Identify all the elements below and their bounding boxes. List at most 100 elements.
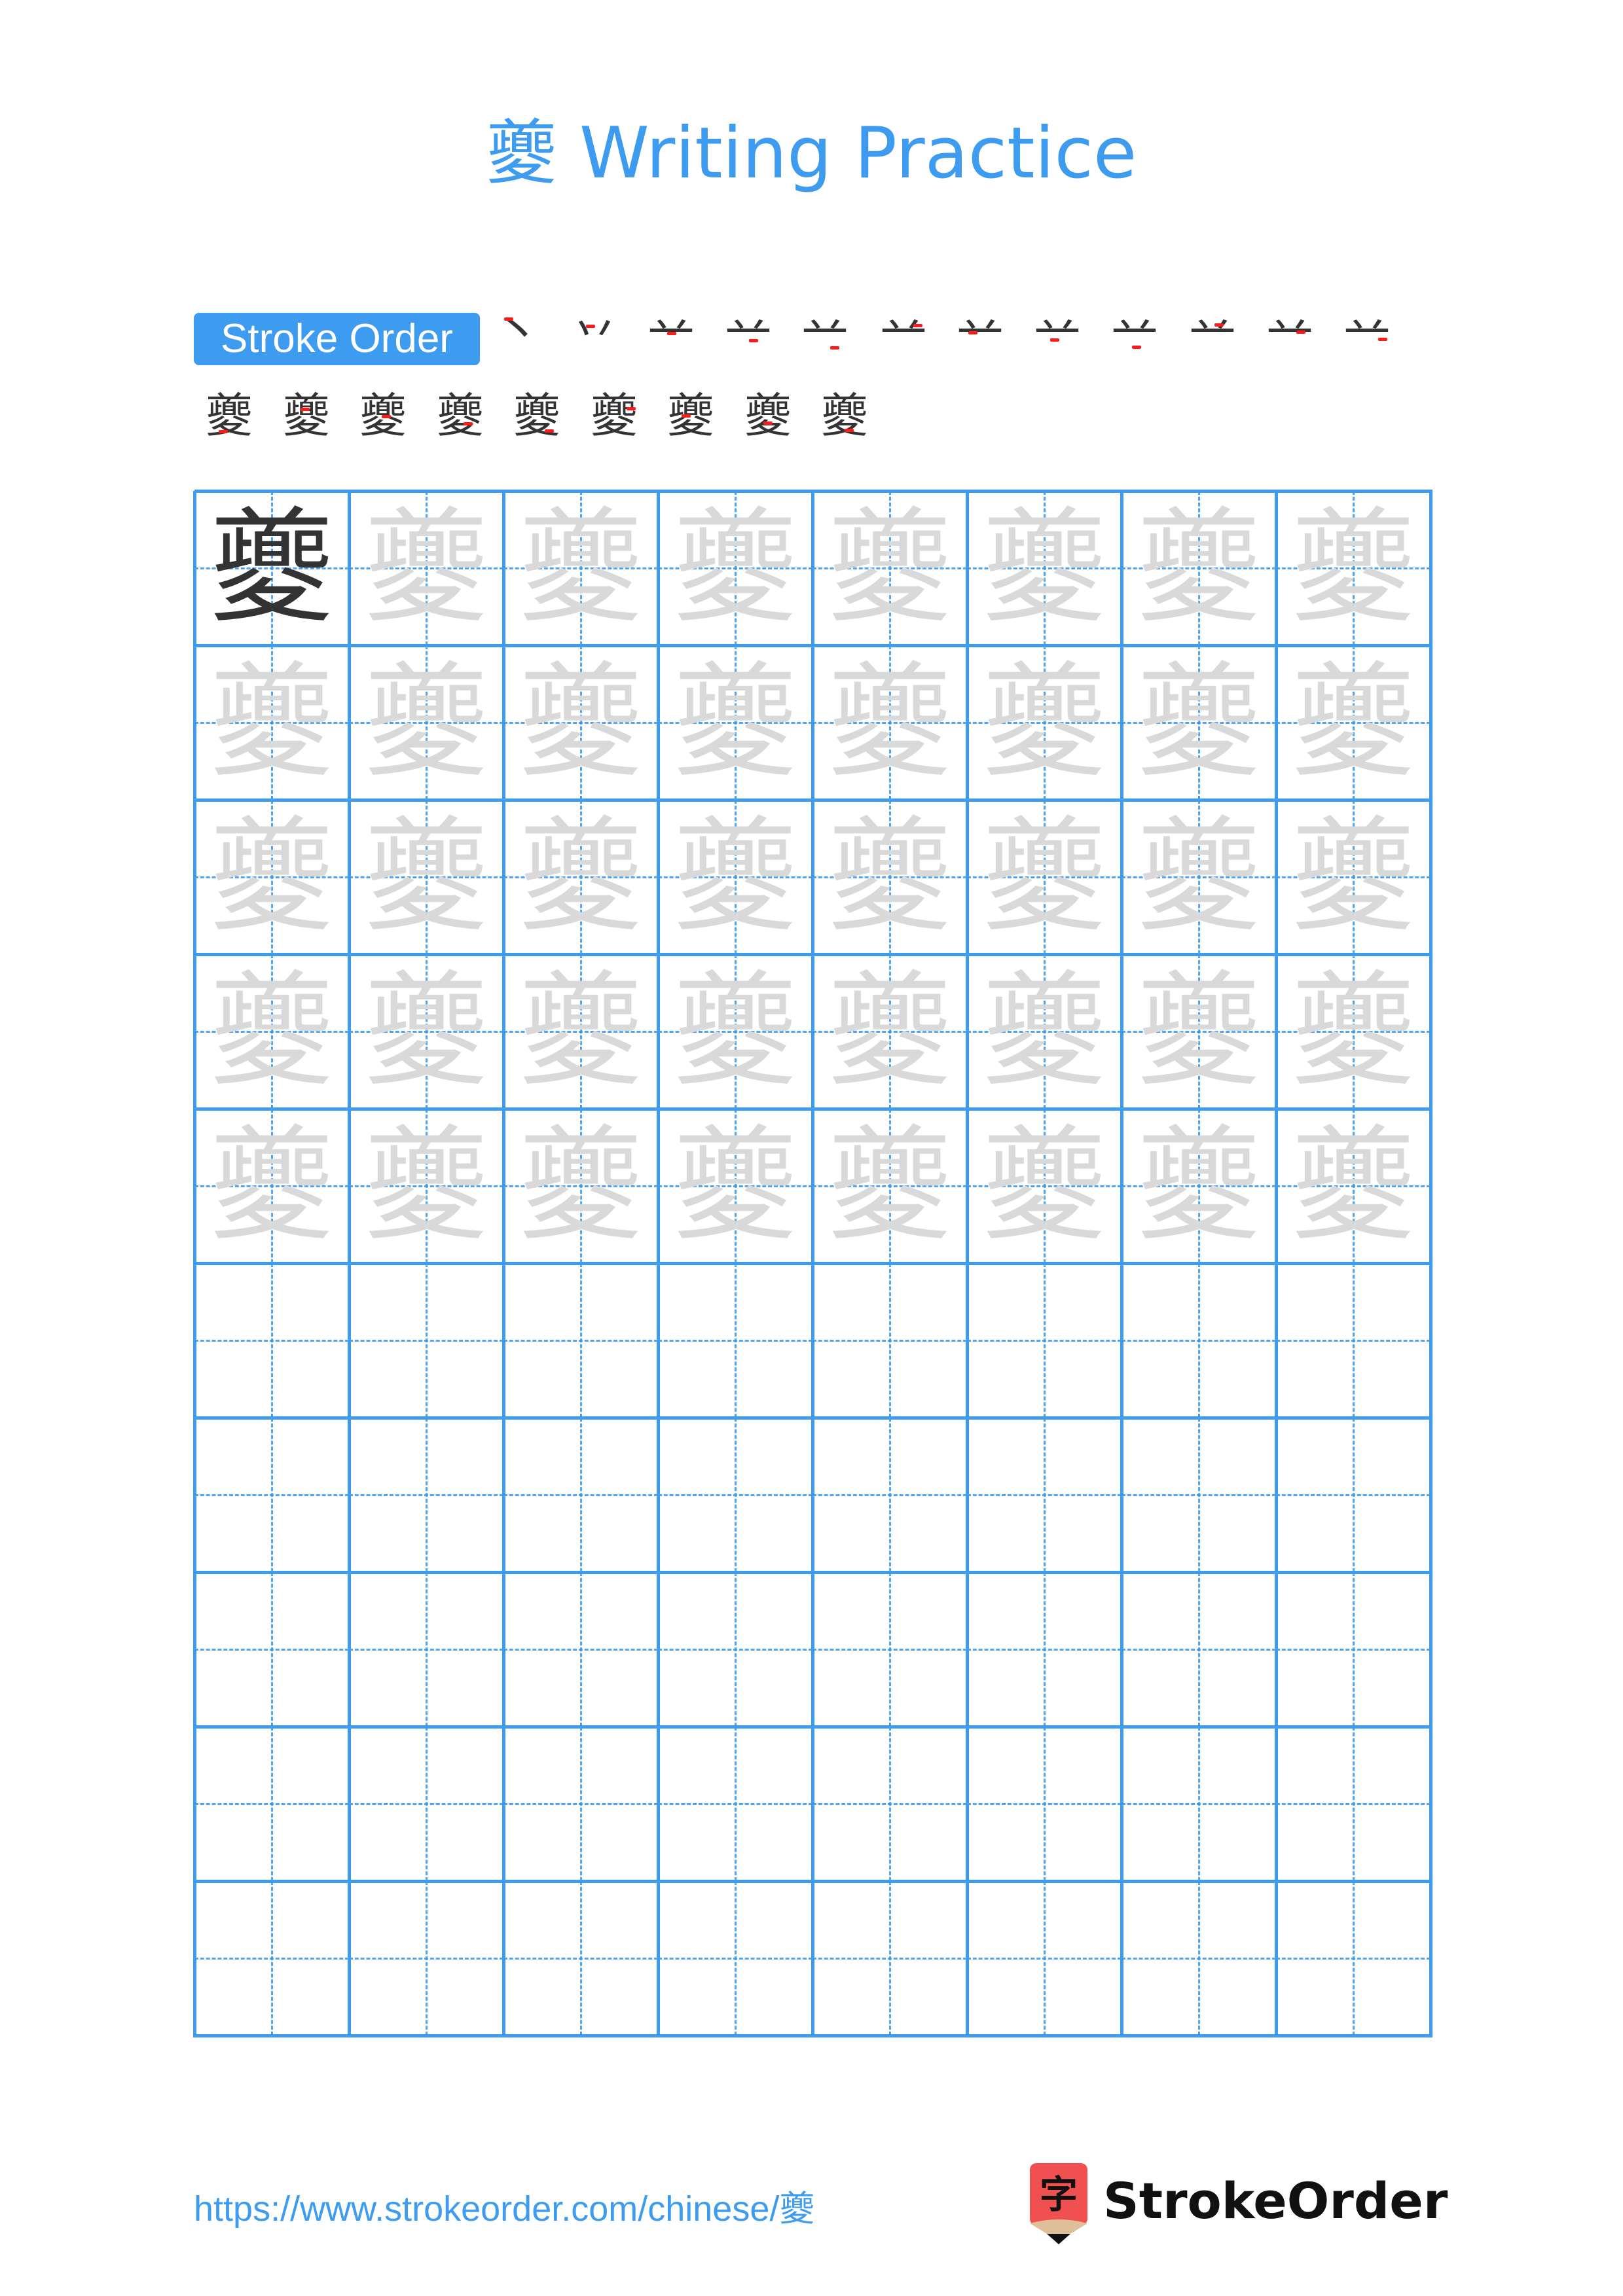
practice-cell[interactable]: [1122, 1418, 1276, 1572]
practice-cell[interactable]: 夔: [1122, 800, 1276, 954]
practice-cell[interactable]: 夔: [503, 800, 658, 954]
practice-cell[interactable]: [1276, 1881, 1431, 2036]
trace-character: 夔: [363, 650, 488, 795]
practice-cell[interactable]: [658, 1881, 812, 2036]
guide-line-horizontal: [967, 1803, 1122, 1805]
practice-cell[interactable]: [812, 1727, 967, 1881]
practice-cell[interactable]: [812, 1572, 967, 1727]
stroke-step-glyph: 䒑: [724, 303, 772, 358]
practice-cell[interactable]: 夔: [967, 645, 1122, 800]
practice-cell[interactable]: [967, 1881, 1122, 2036]
practice-cell[interactable]: 夔: [194, 491, 349, 645]
practice-cell[interactable]: [349, 1263, 503, 1418]
practice-cell[interactable]: 夔: [967, 1109, 1122, 1263]
practice-cell[interactable]: [658, 1572, 812, 1727]
practice-cell[interactable]: [503, 1572, 658, 1727]
practice-cell[interactable]: [967, 1418, 1122, 1572]
practice-cell[interactable]: 夔: [503, 491, 658, 645]
stroke-step: 夔: [658, 383, 723, 448]
practice-cell[interactable]: 夔: [349, 1109, 503, 1263]
practice-cell[interactable]: [1122, 1727, 1276, 1881]
practice-cell[interactable]: [658, 1263, 812, 1418]
practice-cell[interactable]: [1122, 1263, 1276, 1418]
practice-cell[interactable]: 夔: [812, 800, 967, 954]
practice-cell[interactable]: [194, 1881, 349, 2036]
grid-line-vertical: [193, 491, 196, 2037]
practice-cell[interactable]: [194, 1418, 349, 1572]
practice-cell[interactable]: [349, 1727, 503, 1881]
practice-cell[interactable]: 夔: [349, 954, 503, 1109]
practice-cell[interactable]: 夔: [658, 954, 812, 1109]
practice-cell[interactable]: 夔: [503, 645, 658, 800]
practice-cell[interactable]: 夔: [1276, 800, 1431, 954]
practice-cell[interactable]: 夔: [812, 491, 967, 645]
practice-cell[interactable]: 夔: [349, 800, 503, 954]
practice-cell[interactable]: [1276, 1727, 1431, 1881]
stroke-step: 夔: [581, 383, 647, 448]
practice-cell[interactable]: [194, 1263, 349, 1418]
practice-cell[interactable]: [812, 1418, 967, 1572]
practice-cell[interactable]: 夔: [1122, 491, 1276, 645]
practice-cell[interactable]: 夔: [967, 800, 1122, 954]
practice-cell[interactable]: 夔: [503, 954, 658, 1109]
guide-line-horizontal: [1276, 1494, 1431, 1496]
practice-cell[interactable]: [1276, 1418, 1431, 1572]
practice-cell[interactable]: 夔: [194, 645, 349, 800]
practice-cell[interactable]: [503, 1263, 658, 1418]
practice-cell[interactable]: 夔: [194, 800, 349, 954]
practice-cell[interactable]: 夔: [812, 954, 967, 1109]
practice-cell[interactable]: [194, 1727, 349, 1881]
practice-cell[interactable]: 夔: [1276, 954, 1431, 1109]
practice-cell[interactable]: [503, 1418, 658, 1572]
practice-cell[interactable]: 夔: [1276, 1109, 1431, 1263]
practice-cell[interactable]: 夔: [194, 954, 349, 1109]
practice-cell[interactable]: [658, 1418, 812, 1572]
practice-cell[interactable]: [349, 1881, 503, 2036]
practice-cell[interactable]: 夔: [812, 1109, 967, 1263]
practice-cell[interactable]: [967, 1727, 1122, 1881]
current-stroke-highlight: [845, 429, 854, 432]
practice-cell[interactable]: [967, 1572, 1122, 1727]
practice-cell[interactable]: [503, 1881, 658, 2036]
practice-cell[interactable]: 夔: [503, 1109, 658, 1263]
practice-cell[interactable]: [967, 1263, 1122, 1418]
practice-cell[interactable]: 夔: [967, 954, 1122, 1109]
practice-cell[interactable]: 夔: [658, 645, 812, 800]
practice-cell[interactable]: 夔: [812, 645, 967, 800]
practice-cell[interactable]: 夔: [1122, 954, 1276, 1109]
practice-cell[interactable]: [194, 1572, 349, 1727]
practice-cell[interactable]: 夔: [1276, 645, 1431, 800]
guide-line-horizontal: [503, 1958, 658, 1960]
practice-cell[interactable]: 夔: [349, 491, 503, 645]
practice-cell[interactable]: [658, 1727, 812, 1881]
practice-cell[interactable]: 夔: [1276, 491, 1431, 645]
practice-cell[interactable]: [812, 1881, 967, 2036]
current-stroke-highlight: [586, 325, 595, 328]
practice-cell[interactable]: 夔: [194, 1109, 349, 1263]
practice-cell[interactable]: [1122, 1572, 1276, 1727]
stroke-step: 夔: [812, 383, 877, 448]
current-stroke-highlight: [382, 415, 391, 418]
footer-url-link[interactable]: https://www.strokeorder.com/chinese/夔: [194, 2183, 814, 2235]
current-stroke-highlight: [830, 346, 839, 350]
guide-line-horizontal: [658, 1649, 812, 1651]
practice-cell[interactable]: 夔: [967, 491, 1122, 645]
practice-cell[interactable]: [1122, 1881, 1276, 2036]
practice-cell[interactable]: [349, 1418, 503, 1572]
practice-cell[interactable]: 夔: [1122, 645, 1276, 800]
practice-cell[interactable]: 夔: [1122, 1109, 1276, 1263]
guide-line-horizontal: [812, 1958, 967, 1960]
practice-cell[interactable]: 夔: [658, 800, 812, 954]
practice-cell[interactable]: [503, 1727, 658, 1881]
stroke-step: 夔: [504, 383, 570, 448]
practice-cell[interactable]: [1276, 1572, 1431, 1727]
guide-line-horizontal: [812, 1649, 967, 1651]
practice-cell[interactable]: [349, 1572, 503, 1727]
practice-cell[interactable]: [812, 1263, 967, 1418]
current-stroke-highlight: [504, 317, 513, 321]
practice-cell[interactable]: 夔: [658, 491, 812, 645]
practice-cell[interactable]: 夔: [658, 1109, 812, 1263]
practice-cell[interactable]: 夔: [349, 645, 503, 800]
guide-line-horizontal: [349, 1803, 503, 1805]
practice-cell[interactable]: [1276, 1263, 1431, 1418]
